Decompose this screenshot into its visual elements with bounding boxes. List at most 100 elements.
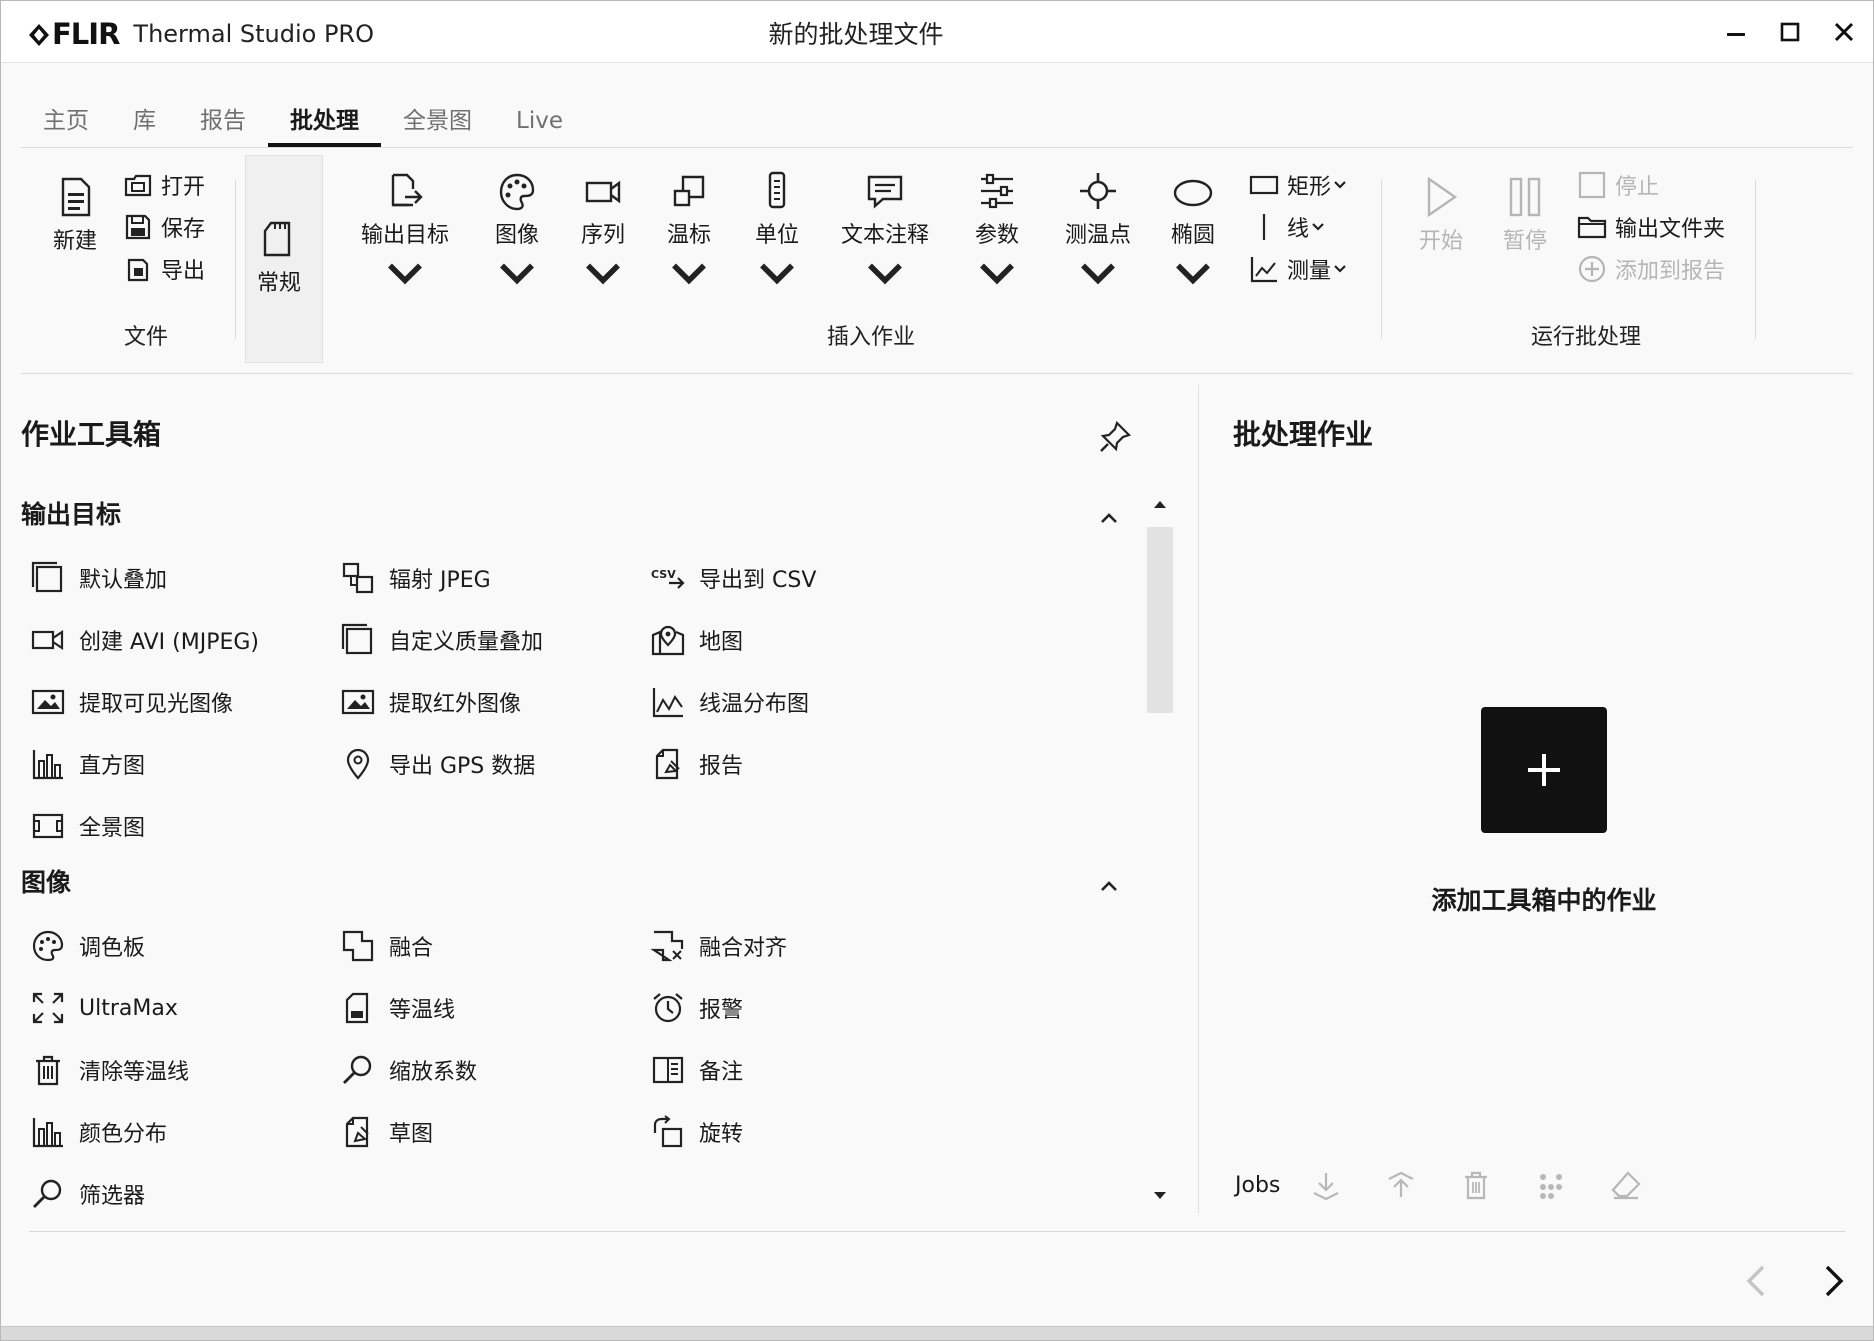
- tab-home[interactable]: 主页: [21, 99, 111, 147]
- rectangle-button[interactable]: 矩形: [1249, 169, 1355, 201]
- rectangle-label: 矩形: [1287, 175, 1332, 200]
- list-item[interactable]: 颜色分布: [31, 1115, 167, 1149]
- list-item[interactable]: 筛选器: [31, 1177, 145, 1211]
- section-image[interactable]: 图像: [21, 863, 71, 899]
- list-item[interactable]: 线温分布图: [651, 685, 809, 719]
- list-item[interactable]: 地图: [651, 623, 743, 657]
- add-to-report-button[interactable]: 添加到报告: [1577, 253, 1725, 285]
- list-item[interactable]: 直方图: [31, 747, 145, 781]
- start-button[interactable]: 开始: [1419, 175, 1463, 255]
- line-icon: [1262, 214, 1266, 240]
- location-pin-icon: [346, 748, 370, 780]
- chevron-up-icon[interactable]: [1099, 879, 1119, 893]
- item-label: 线温分布图: [699, 692, 810, 717]
- line-chart-icon: [652, 688, 683, 718]
- spot-button[interactable]: 测温点: [1065, 169, 1131, 295]
- list-item[interactable]: 调色板: [31, 929, 145, 963]
- overlay-icon: [31, 561, 63, 593]
- scale-icon: [673, 175, 705, 207]
- output-target-button[interactable]: 输出目标: [361, 169, 449, 295]
- toolbox-list: 输出目标 默认叠加 辐射 JPEG CSV 导出到 CSV 创建 AVI (MJ…: [1, 491, 1141, 1216]
- minimize-button[interactable]: [1711, 9, 1761, 55]
- list-item[interactable]: 旋转: [651, 1115, 743, 1149]
- group-jobs-button[interactable]: [1531, 1165, 1571, 1205]
- ribbon: 新建 打开 保存 导出 文件 常规 输出目标 图像 序列 温标 单位 文本注释 …: [21, 149, 1853, 371]
- delete-job-button[interactable]: [1456, 1165, 1496, 1205]
- move-down-icon: [1313, 1173, 1339, 1201]
- sd-card-icon: [263, 221, 291, 257]
- list-item[interactable]: 草图: [341, 1115, 433, 1149]
- plus-icon: [1528, 754, 1560, 786]
- tab-panorama[interactable]: 全景图: [381, 99, 494, 147]
- move-down-button[interactable]: [1306, 1165, 1346, 1205]
- open-button[interactable]: 打开: [123, 169, 205, 201]
- chevron-down-icon: [1334, 265, 1346, 273]
- list-item[interactable]: UltraMax: [31, 991, 178, 1025]
- export-button[interactable]: 导出: [123, 253, 205, 285]
- text-annotation-button[interactable]: 文本注释: [841, 169, 929, 295]
- image-button[interactable]: 图像: [495, 169, 539, 295]
- list-item[interactable]: 报警: [651, 991, 743, 1025]
- scroll-up-icon[interactable]: [1153, 499, 1167, 509]
- list-item[interactable]: 自定义质量叠加: [341, 623, 543, 657]
- pin-button[interactable]: [1097, 419, 1133, 459]
- folder-icon: [1577, 216, 1607, 239]
- chevron-up-icon[interactable]: [1099, 511, 1119, 525]
- radiometric-jpeg-icon: [342, 562, 374, 594]
- new-button[interactable]: 新建: [53, 175, 97, 255]
- spot-label: 测温点: [1065, 223, 1132, 248]
- list-item[interactable]: 提取可见光图像: [31, 685, 233, 719]
- unit-button[interactable]: 单位: [755, 169, 799, 295]
- list-item[interactable]: 导出 GPS 数据: [341, 747, 535, 781]
- measure-button[interactable]: 测量: [1249, 253, 1355, 285]
- line-button[interactable]: 线: [1249, 211, 1333, 243]
- jobs-label: Jobs: [1235, 1172, 1281, 1198]
- tab-report[interactable]: 报告: [178, 99, 268, 147]
- list-item[interactable]: 辐射 JPEG: [341, 561, 491, 595]
- add-job-button[interactable]: [1481, 707, 1607, 833]
- clear-jobs-button[interactable]: [1606, 1165, 1646, 1205]
- sequence-button[interactable]: 序列: [581, 169, 625, 295]
- chevron-down-icon: [1312, 223, 1324, 231]
- item-label: 融合: [389, 936, 434, 961]
- list-item[interactable]: 创建 AVI (MJPEG): [31, 623, 259, 657]
- unit-label: 单位: [755, 223, 800, 248]
- list-item[interactable]: 融合: [341, 929, 433, 963]
- tab-library[interactable]: 库: [111, 99, 178, 147]
- stop-button[interactable]: 停止: [1577, 169, 1659, 201]
- notes-icon: [652, 1056, 684, 1084]
- zoom-icon: [343, 1055, 372, 1084]
- save-button[interactable]: 保存: [123, 211, 205, 243]
- list-item[interactable]: 融合对齐: [651, 929, 787, 963]
- scroll-down-icon[interactable]: [1153, 1191, 1167, 1201]
- list-item[interactable]: 等温线: [341, 991, 455, 1025]
- list-item[interactable]: 提取红外图像: [341, 685, 521, 719]
- maximize-button[interactable]: [1765, 9, 1815, 55]
- move-up-button[interactable]: [1381, 1165, 1421, 1205]
- close-button[interactable]: [1819, 9, 1869, 55]
- normal-button-content[interactable]: 常规: [257, 217, 301, 297]
- list-item[interactable]: 全景图: [31, 809, 145, 843]
- previous-page-button[interactable]: [1741, 1263, 1771, 1303]
- scale-button[interactable]: 温标: [667, 169, 711, 295]
- csv-icon: CSV: [651, 568, 685, 589]
- parameters-button[interactable]: 参数: [975, 169, 1019, 295]
- ellipse-button[interactable]: 椭圆: [1171, 169, 1215, 295]
- scroll-thumb[interactable]: [1147, 527, 1173, 713]
- thermometer-icon: [768, 171, 786, 209]
- list-item[interactable]: 报告: [651, 747, 743, 781]
- list-item[interactable]: 清除等温线: [31, 1053, 189, 1087]
- list-item[interactable]: 默认叠加: [31, 561, 167, 595]
- list-item[interactable]: 备注: [651, 1053, 743, 1087]
- section-output-target[interactable]: 输出目标: [21, 495, 121, 531]
- tab-live[interactable]: Live: [494, 99, 585, 147]
- next-page-button[interactable]: [1819, 1263, 1849, 1303]
- pause-button[interactable]: 暂停: [1503, 175, 1547, 255]
- list-item[interactable]: 缩放系数: [341, 1053, 477, 1087]
- output-target-label: 输出目标: [361, 223, 450, 248]
- list-item[interactable]: CSV 导出到 CSV: [651, 561, 816, 595]
- item-label: 直方图: [79, 754, 146, 779]
- output-folder-button[interactable]: 输出文件夹: [1577, 211, 1725, 243]
- item-label: 提取红外图像: [389, 692, 522, 717]
- tab-batch[interactable]: 批处理: [268, 99, 381, 147]
